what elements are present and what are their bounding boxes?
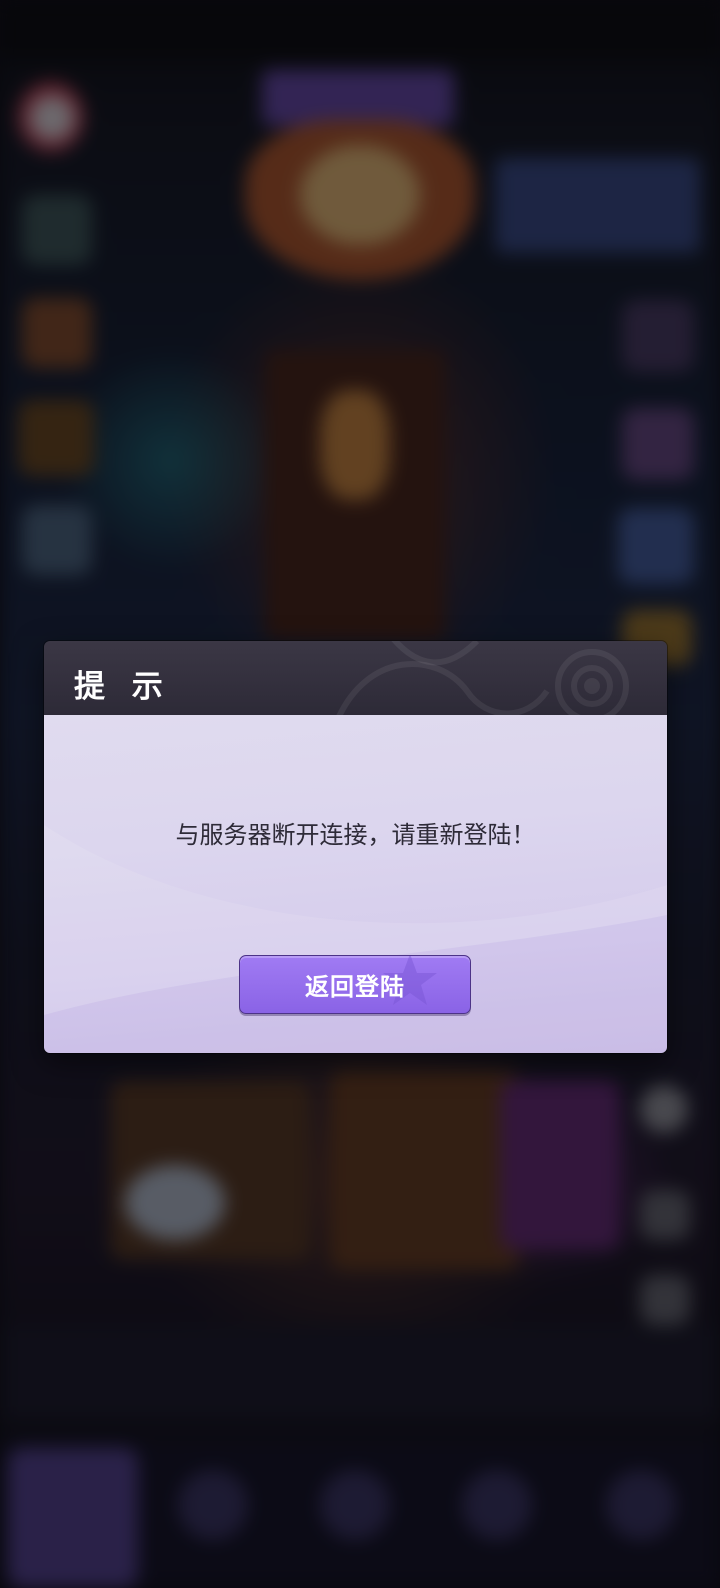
dialog-header: 提 示	[44, 641, 667, 715]
dialog-title: 提 示	[74, 669, 171, 705]
dialog-message: 与服务器断开连接，请重新登陆！	[175, 821, 536, 849]
return-login-label: 返回登陆	[305, 973, 405, 1001]
disconnect-dialog: 提 示 与服务器断开连接，请重新登陆！ 返回登陆	[44, 641, 667, 1053]
dialog-body: 与服务器断开连接，请重新登陆！ 返回登陆	[44, 715, 667, 1053]
header-swirl-ornament-icon	[336, 641, 629, 715]
game-screen: 提 示 与服务器断开连接，请重新登陆！ 返回登陆	[0, 0, 720, 1588]
return-login-button[interactable]: 返回登陆	[239, 955, 471, 1014]
